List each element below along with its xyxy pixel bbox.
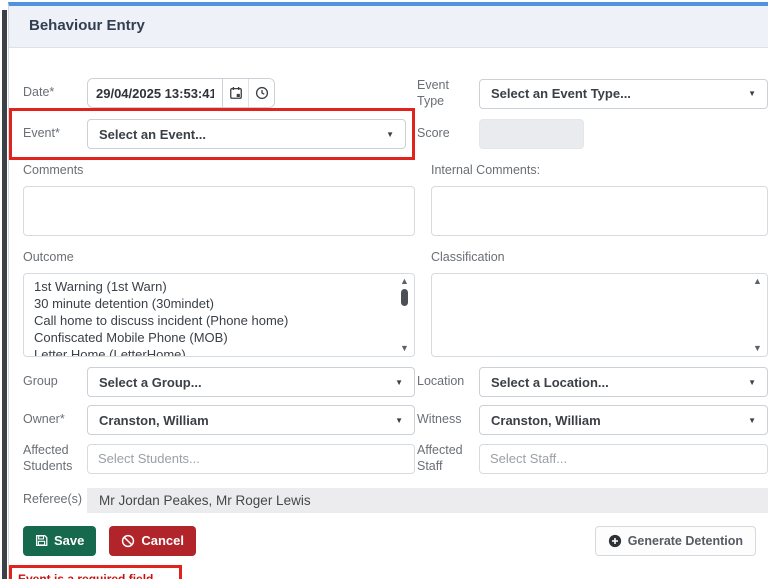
affected-staff-label: Affected Staff: [417, 443, 463, 473]
outcome-label: Outcome: [23, 250, 74, 265]
dialog-title: Behaviour Entry: [29, 17, 145, 34]
internal-comments-textarea[interactable]: [431, 186, 768, 237]
outcome-listbox[interactable]: 1st Warning (1st Warn) 30 minute detenti…: [23, 273, 415, 358]
location-select[interactable]: Select a Location... ▼: [479, 367, 768, 398]
affected-staff-field-row: Affected Staff: [415, 443, 768, 474]
plus-circle-icon: [608, 534, 622, 548]
affected-students-input[interactable]: [87, 443, 415, 474]
listbox-option[interactable]: Call home to discuss incident (Phone hom…: [34, 312, 396, 329]
referees-value-bar: Mr Jordan Peakes, Mr Roger Lewis: [87, 487, 768, 513]
cancel-icon: [121, 534, 135, 548]
event-select[interactable]: Select an Event... ▼: [87, 119, 406, 150]
event-type-field-row: Event Type Select an Event Type... ▼: [415, 78, 768, 109]
score-label: Score: [417, 126, 450, 141]
screen: Behaviour Entry Date* 29/04/2025 13:53:4…: [0, 0, 768, 579]
group-select[interactable]: Select a Group... ▼: [87, 367, 415, 398]
dropdown-caret-icon: ▼: [395, 377, 403, 387]
event-field-row: Event* Select an Event... ▼: [23, 119, 406, 150]
comments-textarea[interactable]: [23, 186, 415, 237]
comments-label: Comments: [23, 163, 84, 178]
behaviour-entry-dialog: Behaviour Entry Date* 29/04/2025 13:53:4…: [8, 2, 768, 579]
scroll-down-icon[interactable]: ▼: [400, 344, 409, 353]
event-type-select[interactable]: Select an Event Type... ▼: [479, 78, 768, 109]
classification-scrollbar[interactable]: ▲ ▼: [751, 277, 764, 353]
dialog-actions: Save Cancel Generate Detention: [23, 525, 768, 556]
listbox-option[interactable]: 1st Warning (1st Warn): [34, 278, 396, 295]
referees-label: Referee(s): [23, 492, 83, 507]
save-button[interactable]: Save: [23, 525, 97, 556]
referees-field-row: Referee(s) Mr Jordan Peakes, Mr Roger Le…: [23, 487, 768, 513]
affected-staff-input[interactable]: [479, 443, 768, 474]
generate-detention-button[interactable]: Generate Detention: [594, 525, 756, 556]
location-field-row: Location Select a Location... ▼: [415, 367, 768, 398]
event-type-label: Event Type: [417, 78, 449, 108]
scroll-up-icon[interactable]: ▲: [753, 277, 762, 286]
score-field-row: Score: [415, 119, 768, 150]
page-edge-strip: [2, 10, 7, 579]
scrollbar-thumb[interactable]: [401, 289, 408, 307]
affected-students-label: Affected Students: [23, 443, 73, 473]
event-label: Event*: [23, 126, 60, 141]
dialog-body: Date* 29/04/2025 13:53:41 Event Type Sel…: [9, 48, 768, 579]
date-label: Date*: [23, 85, 55, 100]
dropdown-caret-icon: ▼: [748, 377, 756, 387]
date-input-group: [87, 78, 275, 108]
outcome-scrollbar[interactable]: ▲ ▼: [398, 277, 411, 353]
calendar-icon[interactable]: [222, 79, 248, 107]
dropdown-caret-icon: ▼: [395, 415, 403, 425]
score-input: [479, 119, 584, 150]
owner-field-row: Owner* Cranston, William ▼: [23, 405, 415, 436]
classification-listbox[interactable]: ▲ ▼: [431, 273, 768, 358]
scroll-up-icon[interactable]: ▲: [400, 277, 409, 286]
validation-error-text: Event is a required field.: [18, 571, 157, 579]
dropdown-caret-icon: ▼: [386, 129, 394, 139]
validation-error-box: Event is a required field.: [9, 564, 182, 579]
dialog-header: Behaviour Entry: [9, 6, 768, 48]
owner-label: Owner*: [23, 412, 65, 427]
location-label: Location: [417, 374, 465, 389]
cancel-button[interactable]: Cancel: [109, 525, 197, 556]
listbox-option[interactable]: Confiscated Mobile Phone (MOB): [34, 329, 396, 346]
date-input[interactable]: [88, 79, 222, 107]
witness-field-row: Witness Cranston, William ▼: [415, 405, 768, 436]
referees-value: Mr Jordan Peakes, Mr Roger Lewis: [99, 492, 311, 508]
classification-label: Classification: [431, 250, 505, 265]
witness-select[interactable]: Cranston, William ▼: [479, 405, 768, 436]
listbox-option[interactable]: 30 minute detention (30mindet): [34, 295, 396, 312]
dropdown-caret-icon: ▼: [748, 415, 756, 425]
scroll-down-icon[interactable]: ▼: [753, 344, 762, 353]
witness-label: Witness: [417, 412, 462, 427]
group-label: Group: [23, 374, 58, 389]
save-icon: [35, 534, 48, 547]
group-field-row: Group Select a Group... ▼: [23, 367, 415, 398]
dropdown-caret-icon: ▼: [748, 89, 756, 99]
owner-select[interactable]: Cranston, William ▼: [87, 405, 415, 436]
clock-icon[interactable]: [248, 79, 274, 107]
internal-comments-label: Internal Comments:: [431, 163, 541, 178]
listbox-option[interactable]: Letter Home (LetterHome): [34, 346, 396, 356]
affected-students-field-row: Affected Students: [23, 443, 415, 474]
date-field-row: Date*: [23, 78, 415, 108]
